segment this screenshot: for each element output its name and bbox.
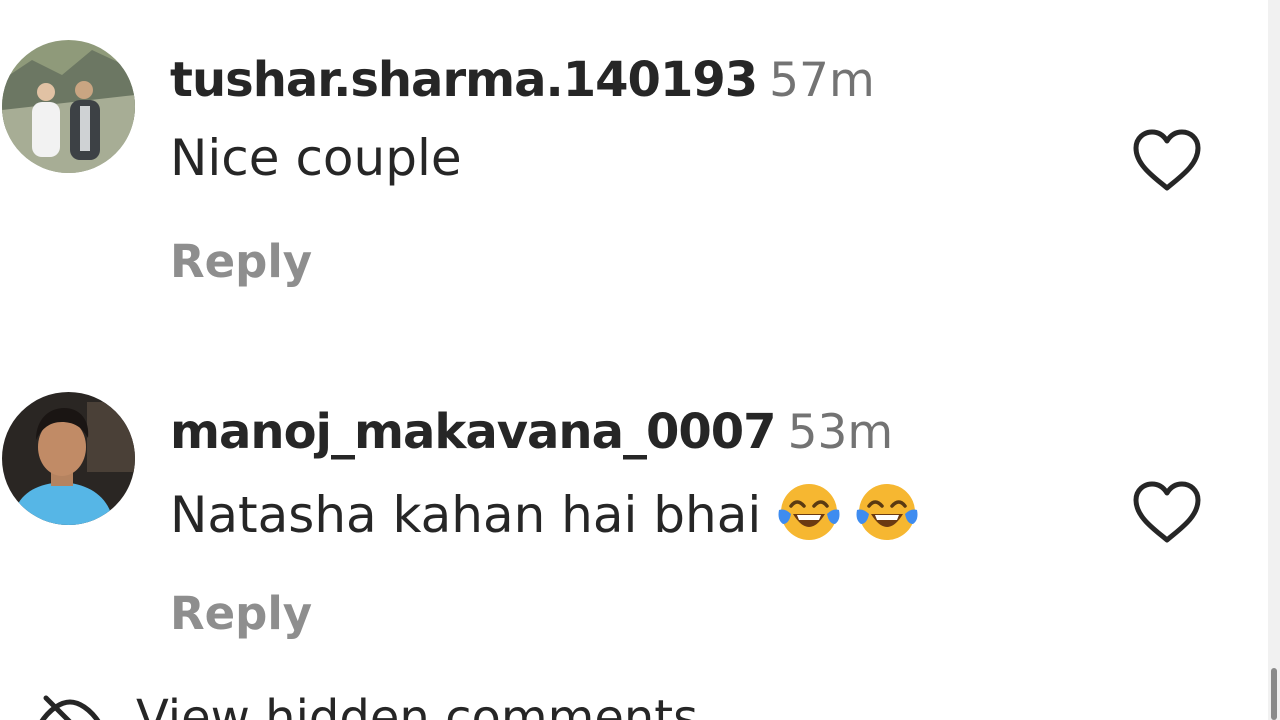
eye-off-icon — [39, 695, 101, 720]
comment-item: tushar.sharma.140193 57m Nice couple Repl… — [0, 38, 1268, 328]
timestamp[interactable]: 57m — [769, 53, 875, 108]
like-button[interactable] — [1130, 128, 1204, 192]
face-with-tears-of-joy-icon — [856, 484, 918, 540]
comments-list: tushar.sharma.140193 57m Nice couple Repl… — [0, 0, 1268, 720]
comment-text-content: Natasha kahan hai bhai — [170, 486, 762, 544]
reply-button[interactable]: Reply — [170, 586, 312, 642]
timestamp[interactable]: 53m — [788, 405, 894, 460]
comment-meta: tushar.sharma.140193 57m — [170, 52, 875, 119]
like-button[interactable] — [1130, 480, 1204, 544]
avatar-image — [2, 392, 135, 525]
view-hidden-comments-label: View hidden comments — [136, 690, 699, 720]
username-link[interactable]: tushar.sharma.140193 — [170, 52, 758, 108]
reply-button[interactable]: Reply — [170, 234, 312, 290]
avatar[interactable] — [2, 40, 135, 173]
face-with-tears-of-joy-icon — [778, 484, 840, 540]
comment-text: Natasha kahan hai bhai — [170, 480, 919, 545]
heart-icon — [1133, 129, 1201, 191]
comment-text-content: Nice couple — [170, 129, 462, 187]
avatar-image — [2, 40, 135, 173]
username-link[interactable]: manoj_makavana_0007 — [170, 404, 777, 460]
heart-icon — [1133, 481, 1201, 543]
comment-text: Nice couple — [170, 128, 462, 188]
scrollbar-track[interactable] — [1268, 0, 1280, 720]
comment-item: manoj_makavana_0007 53m Natasha kahan hai… — [0, 390, 1268, 680]
comment-meta: manoj_makavana_0007 53m — [170, 404, 893, 471]
scrollbar-thumb[interactable] — [1271, 668, 1277, 720]
avatar[interactable] — [2, 392, 135, 525]
